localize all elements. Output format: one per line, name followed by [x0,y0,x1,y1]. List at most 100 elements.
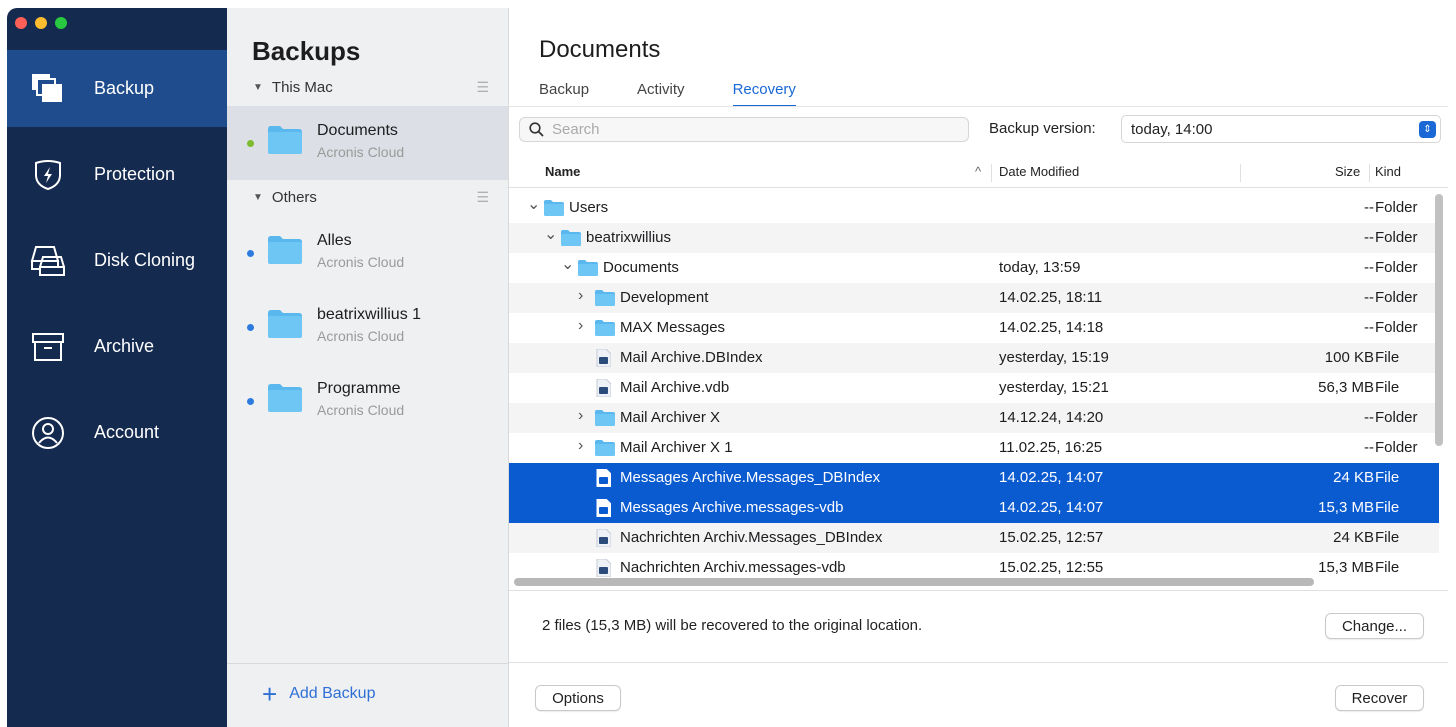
menu-icon[interactable]: ☰ [476,79,489,96]
folder-icon [595,320,615,340]
row-date: 14.02.25, 18:11 [999,289,1103,306]
chevron-right-icon[interactable]: › [578,407,583,425]
chevron-right-icon[interactable]: › [578,287,583,305]
table-row[interactable]: Mail Archive.DBIndex yesterday, 15:19 100 … [509,343,1439,373]
add-backup-button[interactable]: + Add Backup [262,681,375,707]
folder-icon [268,126,302,159]
disk-cloning-icon [29,242,67,280]
search-placeholder: Search [552,121,600,138]
nav-item-protection[interactable]: Protection [7,136,227,213]
tab-backup[interactable]: Backup [539,81,589,104]
backup-item-documents[interactable]: Documents Acronis Cloud [227,106,508,180]
recover-button[interactable]: Recover [1335,685,1424,711]
nav-item-backup[interactable]: Backup [7,50,227,127]
table-row[interactable]: Nachrichten Archiv.Messages_DBIndex 15.02… [509,523,1439,553]
folder-icon [544,200,564,220]
window-controls [15,17,67,29]
row-size: -- [1364,259,1374,276]
group-this-mac[interactable]: ▼ This Mac ☰ [253,79,489,96]
table-row[interactable]: › Mail Archiver X 14.12.24, 14:20 -- Folder [509,403,1439,433]
backup-location: Acronis Cloud [317,254,405,270]
backups-panel: Backups ▼ This Mac ☰ Documents Acronis C… [227,8,509,727]
nav-label: Archive [94,336,155,356]
backup-name: beatrixwillius 1 [317,306,422,323]
vertical-scrollbar[interactable] [1435,194,1443,446]
file-icon [595,378,612,401]
divider [509,590,1448,591]
menu-icon[interactable]: ☰ [476,189,489,206]
table-row[interactable]: ⌄ Documents today, 13:59 -- Folder [509,253,1439,283]
chevron-updown-icon: ⇕ [1419,121,1436,138]
backup-version-value: today, 14:00 [1131,120,1213,138]
row-kind: Folder [1375,439,1418,456]
backup-version-select[interactable]: today, 14:00 ⇕ [1121,115,1441,143]
nav-label: Account [94,422,160,442]
backup-item-programme[interactable]: Programme Acronis Cloud [227,364,508,438]
app-window: Backup Protection Disk Cloning Archive A… [7,8,1448,727]
row-name: beatrixwillius [586,229,672,246]
row-kind: File [1375,529,1400,546]
column-kind[interactable]: Kind [1375,164,1401,179]
row-size: -- [1364,319,1374,336]
tab-activity[interactable]: Activity [637,81,685,104]
table-row[interactable]: ⌄ Users -- Folder [509,193,1439,223]
chevron-right-icon[interactable]: › [578,437,583,455]
tab-bar: Backup Activity Recovery [539,81,797,107]
horizontal-scrollbar[interactable] [514,578,1314,586]
table-row[interactable]: › MAX Messages 14.02.25, 14:18 -- Folder [509,313,1439,343]
backup-item-alles[interactable]: Alles Acronis Cloud [227,216,508,290]
options-button[interactable]: Options [535,685,621,711]
row-size: 15,3 MB [1318,559,1374,576]
file-tree: ⌄ Users -- Folder ⌄ beatrixwillius -- Folder ⌄ Do… [509,193,1439,578]
row-date: 11.02.25, 16:25 [999,439,1103,456]
backup-icon [29,70,67,108]
minimize-window-button[interactable] [35,17,47,29]
tab-recovery[interactable]: Recovery [732,81,797,107]
row-date: 14.12.24, 14:20 [999,409,1104,426]
nav-item-disk-cloning[interactable]: Disk Cloning [7,222,227,299]
table-row[interactable]: › Development 14.02.25, 18:11 -- Folder [509,283,1439,313]
column-date-modified[interactable]: Date Modified [999,164,1079,179]
row-size: -- [1364,409,1374,426]
row-name: Messages Archive.messages-vdb [620,499,844,516]
zoom-window-button[interactable] [55,17,67,29]
group-others[interactable]: ▼ Others ☰ [253,189,489,206]
row-name: Nachrichten Archiv.Messages_DBIndex [620,529,883,546]
table-row[interactable]: ⌄ beatrixwillius -- Folder [509,223,1439,253]
change-button[interactable]: Change... [1325,613,1424,639]
row-kind: Folder [1375,259,1418,276]
shield-icon [29,156,67,194]
triangle-down-icon: ▼ [253,82,263,93]
backup-name: Documents [317,122,398,139]
table-row[interactable]: › Mail Archiver X 1 11.02.25, 16:25 -- Folde… [509,433,1439,463]
backup-location: Acronis Cloud [317,402,405,418]
row-date: yesterday, 15:21 [999,379,1109,396]
row-name: Mail Archiver X 1 [620,439,733,456]
chevron-down-icon[interactable]: ⌄ [544,224,557,244]
backup-name: Programme [317,380,401,397]
chevron-down-icon[interactable]: ⌄ [527,194,540,214]
column-name[interactable]: Name [545,164,580,179]
folder-icon [561,230,581,250]
chevron-right-icon[interactable]: › [578,317,583,335]
nav-item-account[interactable]: Account [7,394,227,471]
close-window-button[interactable] [15,17,27,29]
table-row[interactable]: Mail Archive.vdb yesterday, 15:21 56,3 MB F… [509,373,1439,403]
chevron-down-icon[interactable]: ⌄ [561,254,574,274]
nav-item-archive[interactable]: Archive [7,308,227,385]
row-size: 15,3 MB [1318,499,1374,516]
backup-item-beatrixwillius-1[interactable]: beatrixwillius 1 Acronis Cloud [227,290,508,364]
page-title: Documents [539,36,661,63]
table-row[interactable]: Messages Archive.messages-vdb 14.02.25, 1… [509,493,1439,523]
folder-icon [595,410,615,430]
table-row[interactable]: Nachrichten Archiv.messages-vdb 15.02.25,… [509,553,1439,578]
row-name: Mail Archiver X [620,409,721,426]
table-row[interactable]: Messages Archive.Messages_DBIndex 14.02.2… [509,463,1439,493]
column-size[interactable]: Size [1335,164,1360,179]
folder-icon [578,260,598,280]
search-input[interactable]: Search [519,117,969,142]
status-dot [247,250,254,257]
row-size: 24 KB [1333,469,1374,486]
main-panel: Documents Backup Activity Recovery Searc… [509,8,1448,727]
backup-name: Alles [317,232,352,249]
